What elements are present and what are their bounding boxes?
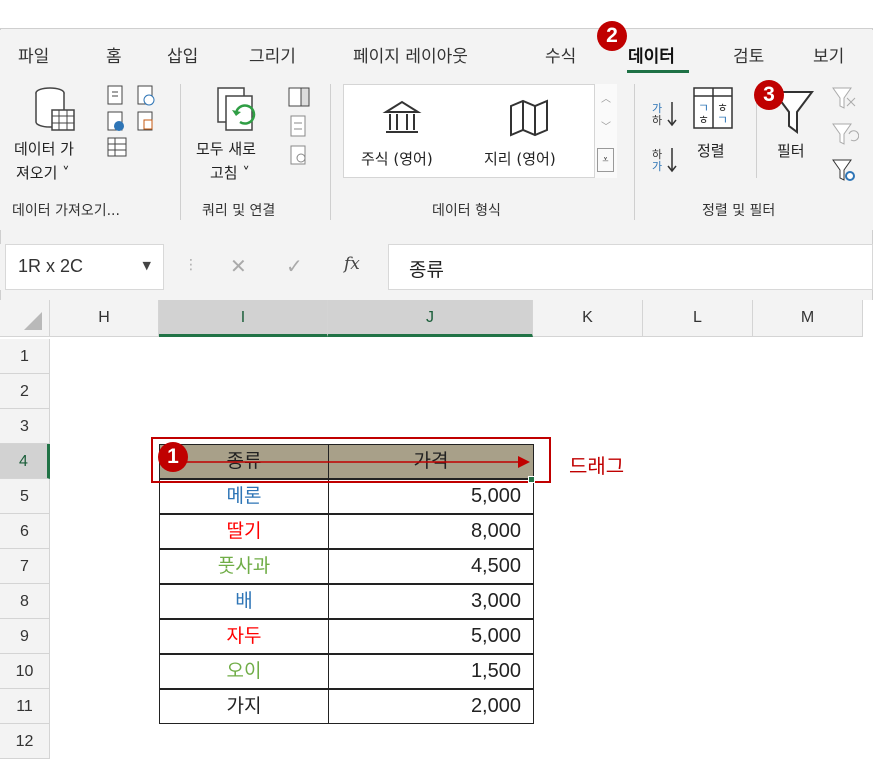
tab-data[interactable]: 데이터 — [628, 42, 675, 67]
table-cell-price[interactable]: 8,000 — [328, 514, 534, 549]
geography-data-type[interactable]: 지리 (영어) — [484, 148, 556, 170]
column-header-k[interactable]: K — [533, 300, 643, 337]
row-header-8[interactable]: 8 — [0, 584, 50, 619]
group-label-get-data: 데이터 가져오기... — [12, 203, 120, 219]
table-cell-name[interactable]: 오이 — [159, 654, 329, 689]
refresh-all-icon — [217, 87, 256, 131]
row-header-11[interactable]: 11 — [0, 689, 50, 724]
svg-text:가: 가 — [652, 160, 662, 173]
refresh-all-button-label2[interactable]: 고침 ˅ — [210, 162, 250, 184]
tab-insert[interactable]: 삽입 — [167, 42, 198, 67]
step-1-badge: 1 — [158, 442, 188, 472]
insert-function-icon[interactable]: fx — [344, 254, 360, 274]
row-header-12[interactable]: 12 — [0, 724, 50, 759]
sort-icon: ㄱ ㅎ ㅎ ㄱ — [693, 87, 733, 129]
queries-small-icons[interactable] — [287, 86, 313, 168]
tab-review[interactable]: 검토 — [733, 42, 764, 67]
column-header-m[interactable]: M — [753, 300, 863, 337]
gallery-more-icon[interactable]: ⩡ — [597, 148, 614, 172]
filter-button-label[interactable]: 필터 — [777, 140, 805, 162]
row-header-6[interactable]: 6 — [0, 514, 50, 549]
column-header-i[interactable]: I — [159, 300, 328, 337]
name-box-value: 1R x 2C — [18, 256, 84, 276]
get-data-button-label[interactable]: 데이터 가 — [14, 138, 74, 160]
chevron-down-icon[interactable]: ▼ — [143, 259, 151, 272]
worksheet: H I J K L M 1 2 3 4 5 6 7 8 9 10 11 12 종… — [0, 300, 873, 773]
formula-bar: 1R x 2C ▼ ⋮ ✕ ✓ fx 종류 — [0, 244, 873, 290]
table-cell-name[interactable]: 풋사과 — [159, 549, 329, 584]
row-header-7[interactable]: 7 — [0, 549, 50, 584]
filter-small-icons[interactable] — [829, 84, 859, 190]
table-cell-price[interactable]: 3,000 — [328, 584, 534, 619]
confirm-entry-icon[interactable]: ✓ — [286, 254, 303, 278]
row-header-1[interactable]: 1 — [0, 339, 50, 374]
table-cell-name[interactable]: 가지 — [159, 689, 329, 724]
group-label-queries: 쿼리 및 연결 — [202, 203, 276, 219]
step-3-badge: 3 — [754, 80, 784, 110]
select-all-corner[interactable] — [0, 300, 50, 337]
gallery-scrollbar[interactable]: ︿ ﹀ ⩡ — [594, 84, 617, 178]
sort-button-label[interactable]: 정렬 — [697, 140, 725, 162]
column-header-h[interactable]: H — [50, 300, 159, 337]
ribbon-tabs: 파일 홈 삽입 그리기 페이지 레이아웃 수식 데이터 검토 보기 — [0, 30, 873, 78]
row-header-9[interactable]: 9 — [0, 619, 50, 654]
fill-handle[interactable] — [528, 476, 535, 483]
table-cell-price[interactable]: 5,000 — [328, 479, 534, 514]
data-source-icons[interactable] — [104, 84, 164, 164]
step-2-badge: 2 — [597, 21, 627, 51]
ribbon: 데이터 가 져오기 ˅ 모두 새로 고침 ˅ 주식 (영어) 지리 (영어) ︿… — [0, 78, 873, 230]
table-cell-price[interactable]: 2,000 — [328, 689, 534, 724]
column-header-l[interactable]: L — [643, 300, 753, 337]
cancel-entry-icon[interactable]: ✕ — [230, 254, 247, 278]
gallery-up-icon[interactable]: ︿ — [601, 90, 611, 105]
formula-bar-grip-icon[interactable]: ⋮ — [184, 257, 198, 273]
table-cell-name[interactable]: 딸기 — [159, 514, 329, 549]
geography-map-icon — [510, 99, 548, 137]
tab-file[interactable]: 파일 — [18, 42, 49, 67]
group-label-data-types: 데이터 형식 — [432, 203, 501, 219]
tab-draw[interactable]: 그리기 — [249, 42, 296, 67]
row-header-2[interactable]: 2 — [0, 374, 50, 409]
svg-text:ㄱ: ㄱ — [717, 113, 728, 127]
group-label-sort-filter: 정렬 및 필터 — [702, 203, 776, 219]
tab-home[interactable]: 홈 — [106, 42, 122, 67]
tab-view[interactable]: 보기 — [813, 42, 844, 67]
row-header-5[interactable]: 5 — [0, 479, 50, 514]
column-header-j[interactable]: J — [328, 300, 533, 337]
row-header-3[interactable]: 3 — [0, 409, 50, 444]
database-icon — [35, 87, 75, 131]
active-tab-indicator — [627, 70, 689, 73]
row-header-10[interactable]: 10 — [0, 654, 50, 689]
sort-az-za-icons[interactable]: 가 하 하 가 — [650, 96, 680, 176]
table-cell-price[interactable]: 5,000 — [328, 619, 534, 654]
svg-text:하: 하 — [652, 147, 662, 161]
formula-content: 종류 — [409, 259, 444, 281]
svg-text:하: 하 — [652, 113, 662, 127]
tab-page-layout[interactable]: 페이지 레이아웃 — [353, 42, 468, 67]
get-data-button-label2[interactable]: 져오기 ˅ — [16, 162, 70, 184]
formula-input[interactable]: 종류 — [388, 244, 873, 290]
table-cell-price[interactable]: 1,500 — [328, 654, 534, 689]
tab-formulas[interactable]: 수식 — [545, 42, 576, 67]
svg-text:ㅎ: ㅎ — [698, 113, 709, 127]
table-cell-price[interactable]: 4,500 — [328, 549, 534, 584]
stocks-bank-icon — [382, 100, 422, 133]
name-box[interactable]: 1R x 2C ▼ — [5, 244, 164, 290]
gallery-down-icon[interactable]: ﹀ — [601, 118, 611, 133]
table-cell-name[interactable]: 메론 — [159, 479, 329, 514]
drag-arrow-icon — [172, 456, 530, 468]
drag-label: 드래그 — [569, 454, 625, 478]
table-cell-name[interactable]: 배 — [159, 584, 329, 619]
row-header-4[interactable]: 4 — [0, 444, 50, 479]
refresh-all-button-label[interactable]: 모두 새로 — [196, 138, 256, 160]
table-cell-name[interactable]: 자두 — [159, 619, 329, 654]
stocks-data-type[interactable]: 주식 (영어) — [361, 148, 433, 170]
